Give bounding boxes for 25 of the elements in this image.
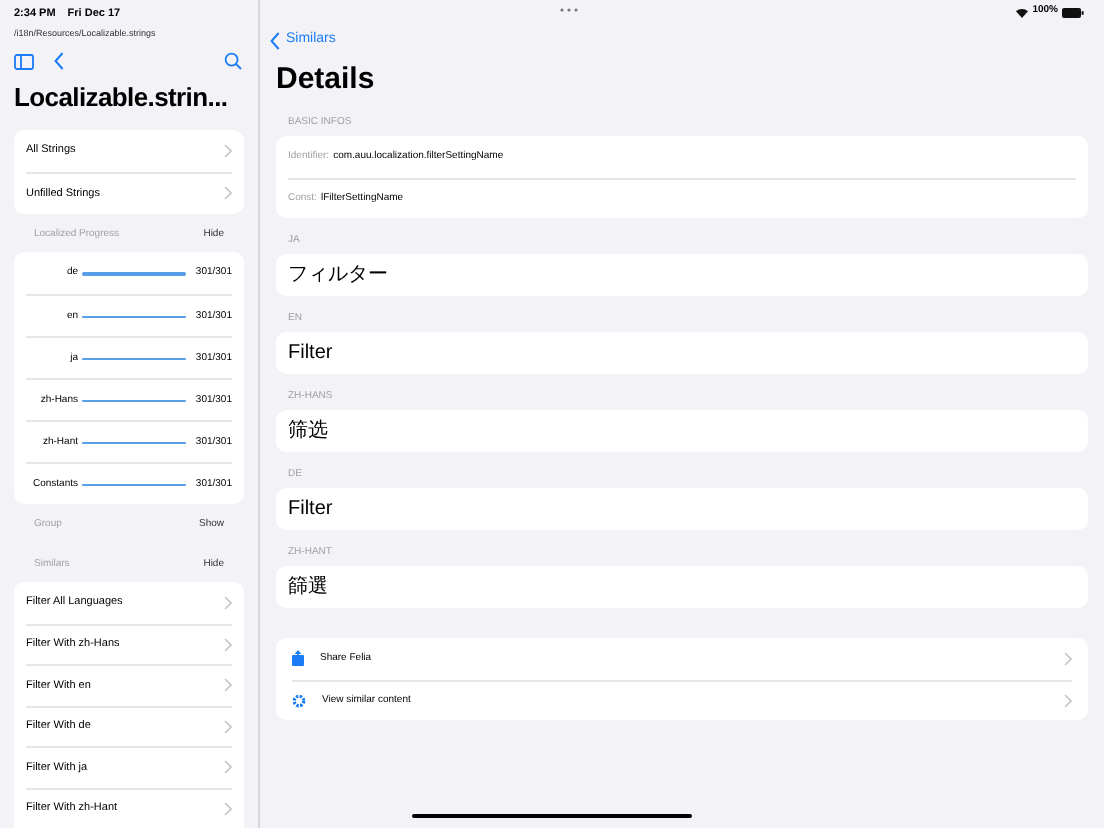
sidebar-title: Localizable.strin... (14, 79, 228, 116)
page-title: Details (276, 60, 377, 100)
wifi-icon (1016, 7, 1029, 17)
chevron-icon (224, 595, 232, 610)
chevron-icon (224, 760, 232, 775)
chevron-icon (224, 678, 232, 693)
battery-icon (1062, 7, 1084, 17)
chevron-icon (224, 801, 232, 816)
back-icon[interactable] (54, 52, 64, 71)
gear-icon (292, 693, 306, 708)
chevron-icon (224, 186, 232, 201)
chevron-icon (1064, 693, 1072, 708)
translation-text: フィルター (288, 263, 388, 287)
translation-text: Filter (288, 497, 333, 521)
chevron-icon (224, 637, 232, 652)
translation-text: Filter (288, 341, 333, 365)
sidebar-toggle-icon[interactable] (14, 53, 34, 70)
search-icon[interactable] (224, 52, 242, 71)
chevron-icon (224, 143, 232, 158)
translation-text: 篩選 (288, 575, 328, 599)
share-icon (292, 650, 304, 667)
chevron-icon (1064, 651, 1072, 666)
chevron-icon (224, 719, 232, 734)
translation-text: 筛选 (288, 419, 328, 443)
back-icon (270, 31, 280, 49)
